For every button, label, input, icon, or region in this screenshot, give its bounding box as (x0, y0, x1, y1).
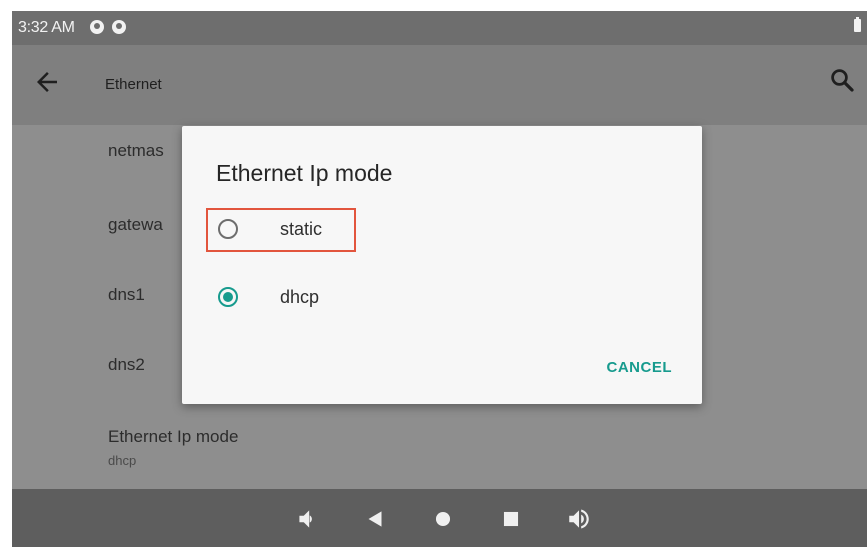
settings-item-label: dns2 (108, 355, 145, 374)
app-bar: Ethernet (12, 45, 867, 125)
notification-icon (90, 20, 104, 34)
home-icon[interactable] (430, 506, 456, 532)
notification-icon (112, 20, 126, 34)
radio-checked-icon[interactable] (218, 287, 238, 307)
settings-item-dns2[interactable]: dns2 (108, 355, 145, 375)
dialog-title: Ethernet Ip mode (216, 160, 393, 186)
volume-down-icon[interactable] (294, 506, 320, 532)
status-bar: 3:32 AM (12, 11, 867, 45)
cancel-button[interactable]: CANCEL (607, 359, 673, 376)
page-title: Ethernet (105, 76, 162, 93)
search-icon[interactable] (827, 65, 857, 95)
settings-item-gateway[interactable]: gatewa (108, 215, 163, 235)
battery-icon (854, 17, 861, 32)
back-icon[interactable] (362, 506, 388, 532)
settings-item-label: netmas (108, 141, 164, 160)
settings-item-dns1[interactable]: dns1 (108, 285, 145, 305)
settings-item-label: Ethernet Ip mode (108, 427, 239, 446)
radio-label-static: static (280, 219, 323, 239)
device-screen: 3:32 AM Ethernet netmas gatewa dns1 dns2… (12, 11, 867, 547)
radio-label-dhcp: dhcp (280, 287, 320, 307)
radio-option-static[interactable]: static (206, 206, 526, 256)
radio-unchecked-icon[interactable] (218, 219, 238, 239)
status-time: 3:32 AM (18, 19, 75, 36)
settings-item-label: gatewa (108, 215, 163, 234)
settings-item-label: dns1 (108, 285, 145, 304)
navigation-bar (12, 489, 867, 547)
settings-item-netmask[interactable]: netmas (108, 141, 164, 161)
settings-item-ip-mode[interactable]: Ethernet Ip mode dhcp (108, 427, 238, 468)
radio-option-dhcp[interactable]: dhcp (206, 274, 526, 324)
settings-item-summary: dhcp (108, 453, 137, 468)
recents-icon[interactable] (498, 506, 524, 532)
volume-up-icon[interactable] (566, 506, 592, 532)
back-arrow-icon[interactable] (32, 67, 62, 97)
ip-mode-dialog: Ethernet Ip mode static dhcp CANCEL (182, 126, 702, 404)
